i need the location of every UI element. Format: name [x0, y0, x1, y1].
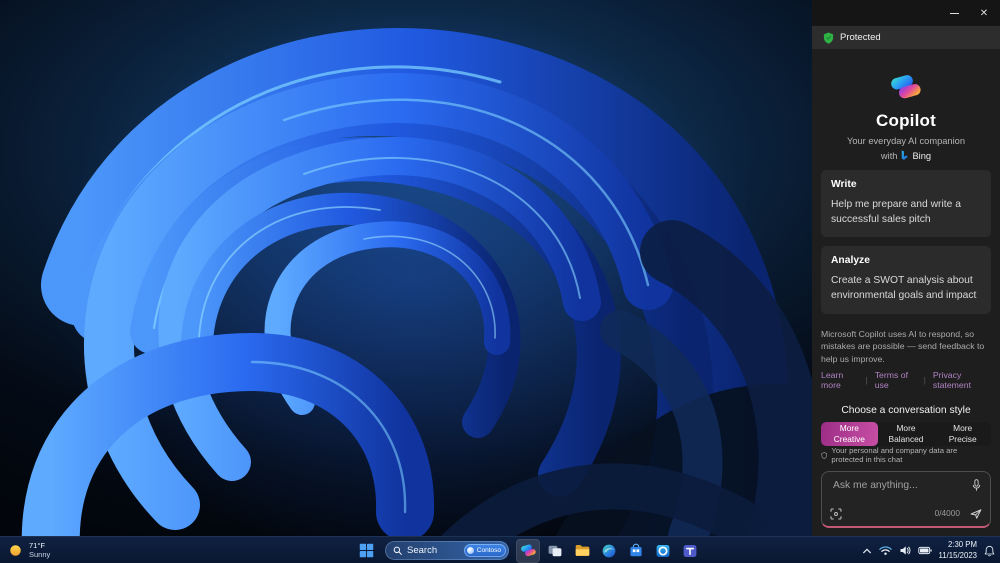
send-icon[interactable]: [969, 507, 983, 521]
style-more-creative[interactable]: More Creative: [821, 422, 878, 446]
link-separator: |: [923, 375, 926, 386]
taskbar-app-microsoft-store[interactable]: [624, 539, 648, 563]
style-option-line1: More: [953, 423, 973, 434]
panel-body: Copilot Your everyday AI companion with …: [812, 49, 1000, 536]
notification-bell-icon[interactable]: [984, 545, 995, 557]
search-box[interactable]: Search Contoso: [385, 541, 509, 560]
volume-icon[interactable]: [899, 545, 911, 556]
card-body: Help me prepare and write a successful s…: [831, 199, 961, 225]
taskbar-app-teams[interactable]: [678, 539, 702, 563]
chat-input-box: 0/4000: [821, 471, 991, 528]
copilot-icon: [520, 542, 537, 559]
hidden-icons-chevron-icon[interactable]: [862, 547, 872, 555]
link-separator: |: [865, 375, 868, 386]
suggestion-card-write[interactable]: Write Help me prepare and write a succes…: [821, 170, 991, 238]
panel-tagline: Your everyday AI companion: [846, 136, 965, 147]
weather-condition: Sunny: [29, 550, 51, 559]
system-tray: 2:30 PM 11/15/2023: [862, 538, 995, 563]
style-more-balanced[interactable]: More Balanced: [878, 422, 935, 446]
search-icon: [393, 546, 402, 555]
panel-footer: Your personal and company data are prote…: [821, 446, 991, 536]
with-bing-row: with Bing: [821, 150, 991, 161]
windows-logo-icon: [359, 543, 373, 558]
start-button[interactable]: [354, 539, 378, 563]
search-label: Search: [407, 545, 438, 556]
privacy-statement-link[interactable]: Privacy statement: [933, 370, 991, 390]
add-image-icon[interactable]: [830, 508, 842, 520]
privacy-note-text: Your personal and company data are prote…: [831, 446, 958, 464]
microphone-icon[interactable]: [971, 479, 982, 492]
taskbar: 71°F Sunny Search Contoso 2:30 PM 11/15/…: [0, 536, 1000, 563]
card-body: Create a SWOT analysis about environment…: [831, 275, 977, 301]
copilot-sidebar-panel: ✕ Protected Copilot Your everyday AI com…: [812, 0, 1000, 536]
card-heading: Write: [831, 179, 857, 191]
protected-label: Protected: [840, 32, 881, 43]
desktop: ✕ Protected Copilot Your everyday AI com…: [0, 0, 1000, 563]
panel-titlebar: ✕: [812, 0, 1000, 26]
ai-disclaimer-text: Microsoft Copilot uses AI to respond, so…: [821, 328, 985, 364]
taskbar-center: Search Contoso: [354, 538, 702, 563]
panel-title: Copilot: [876, 111, 936, 131]
contoso-badge: Contoso: [463, 544, 506, 557]
sun-icon: [10, 544, 21, 556]
battery-icon[interactable]: [917, 546, 932, 555]
wifi-icon[interactable]: [878, 545, 892, 556]
shield-outline-icon: [821, 451, 827, 459]
microsoft-store-icon: [630, 543, 642, 556]
outlook-icon: [656, 544, 670, 557]
task-view-icon: [548, 545, 562, 556]
style-option-line2: Precise: [948, 434, 977, 445]
contoso-badge-label: Contoso: [476, 547, 501, 554]
style-more-precise[interactable]: More Precise: [934, 422, 991, 446]
footer-links: Learn more | Terms of use | Privacy stat…: [821, 370, 991, 390]
card-heading: Analyze: [831, 255, 870, 267]
char-counter: 0/4000: [934, 508, 960, 518]
contoso-logo-icon: [466, 547, 474, 554]
taskbar-app-file-explorer[interactable]: [570, 539, 594, 563]
weather-widget[interactable]: 71°F Sunny: [8, 539, 50, 561]
style-option-line1: More: [839, 423, 859, 434]
minimize-icon: [949, 12, 959, 14]
learn-more-link[interactable]: Learn more: [821, 370, 858, 390]
minimize-button[interactable]: [942, 3, 966, 23]
taskbar-app-outlook[interactable]: [651, 539, 675, 563]
bing-label: Bing: [912, 150, 932, 161]
style-option-line1: More: [896, 423, 916, 434]
conversation-style-heading: Choose a conversation style: [841, 405, 971, 417]
privacy-note-row: Your personal and company data are prote…: [821, 446, 991, 464]
taskbar-app-task-view[interactable]: [543, 539, 567, 563]
terms-of-use-link[interactable]: Terms of use: [875, 370, 917, 390]
style-option-line2: Creative: [833, 434, 865, 445]
clock-date: 11/15/2023: [938, 550, 977, 560]
close-icon: ✕: [979, 7, 989, 19]
taskbar-app-edge[interactable]: [597, 539, 621, 563]
clock[interactable]: 2:30 PM 11/15/2023: [939, 540, 977, 560]
clock-time: 2:30 PM: [947, 540, 977, 550]
file-explorer-icon: [575, 544, 589, 557]
ask-input[interactable]: [831, 479, 962, 492]
suggestion-card-analyze[interactable]: Analyze Create a SWOT analysis about env…: [821, 246, 991, 314]
close-button[interactable]: ✕: [972, 3, 996, 23]
edge-icon: [602, 544, 616, 557]
bing-logo-icon: [902, 150, 909, 161]
weather-temp: 71°F: [29, 540, 45, 550]
copilot-logo: [885, 70, 927, 104]
protected-status-bar: Protected: [812, 26, 1000, 49]
with-label: with: [880, 150, 898, 161]
style-option-line2: Balanced: [888, 434, 924, 445]
teams-icon: [683, 544, 697, 557]
shield-protected-icon: [823, 32, 834, 44]
conversation-style-selector: More Creative More Balanced More Precise: [821, 422, 991, 446]
taskbar-app-copilot[interactable]: [516, 538, 540, 563]
